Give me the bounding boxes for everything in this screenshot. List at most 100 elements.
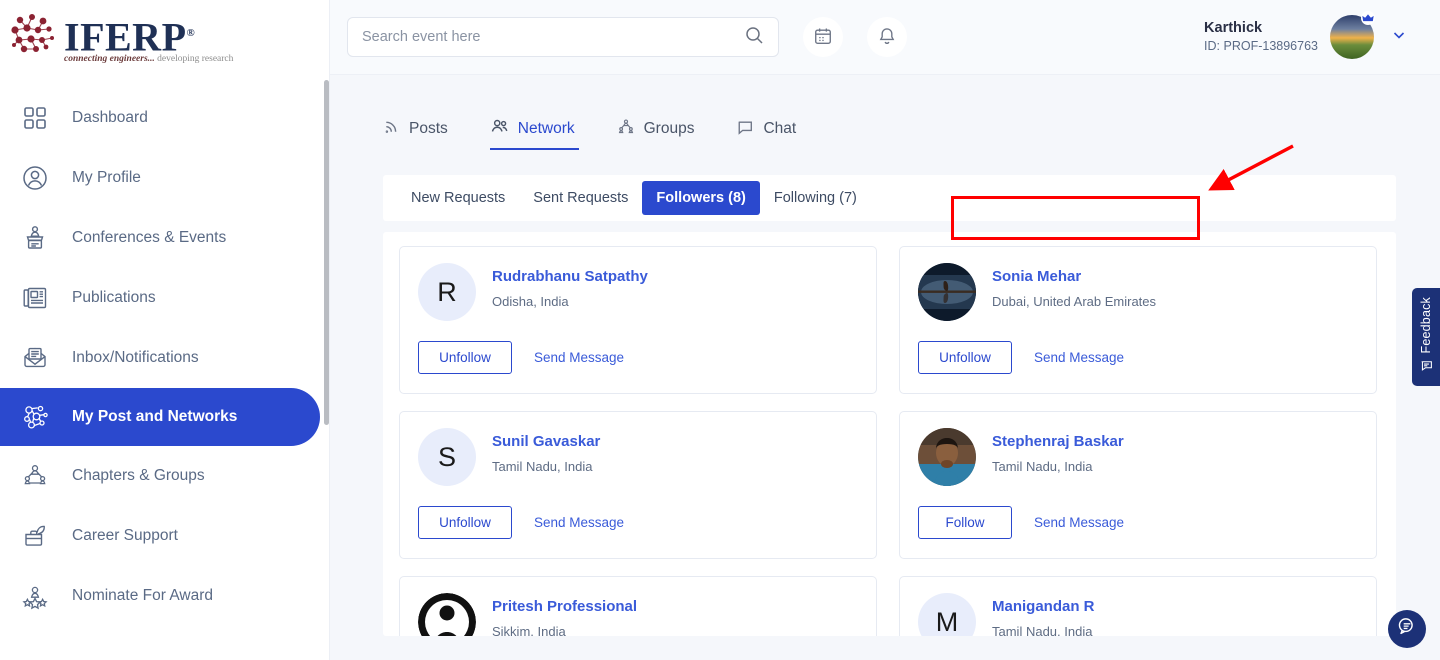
user-name: Karthick [1204,19,1318,37]
envelope-icon [18,341,52,375]
subtab-followers[interactable]: Followers (8) [642,181,759,215]
person-location: Odisha, India [492,294,648,309]
avatar: S [418,428,476,486]
iferp-molecule-icon [8,12,60,60]
calendar-button[interactable] [803,17,843,57]
tab-label: Network [518,120,575,138]
sidebar-item-conferences-events[interactable]: Conferences & Events [0,208,330,268]
person-card[interactable]: Stephenraj Baskar Tamil Nadu, India Foll… [899,411,1377,559]
grid-icon [18,101,52,135]
sidebar-nav: Dashboard My Profile [0,88,330,626]
send-message-link[interactable]: Send Message [534,515,624,530]
sidebar-label: Conferences & Events [72,229,226,247]
person-name[interactable]: Manigandan R [992,597,1095,617]
subtab-following[interactable]: Following (7) [760,181,871,215]
subtab-sent-requests[interactable]: Sent Requests [519,181,642,215]
avatar: R [418,263,476,321]
sidebar-item-chapters-groups[interactable]: Chapters & Groups [0,446,330,506]
user-id: ID: PROF-13896763 [1204,39,1318,55]
person-card[interactable]: Sonia Mehar Dubai, United Arab Emirates … [899,246,1377,394]
rss-icon [383,118,400,140]
network-nodes-icon [18,400,52,434]
podium-icon [18,221,52,255]
send-message-link[interactable]: Send Message [1034,515,1124,530]
people-icon [490,117,509,141]
avatar: M [918,593,976,636]
avatar[interactable] [1330,15,1374,59]
sidebar: IFERP® connecting engineers... developin… [0,0,330,660]
person-name[interactable]: Pritesh Professional [492,597,637,617]
topbar: Karthick ID: PROF-13896763 [330,0,1440,75]
search-box[interactable] [347,17,779,57]
comment-icon [1420,359,1433,377]
sidebar-label: Chapters & Groups [72,467,205,485]
profile-photo [918,428,976,486]
chat-bubble-icon [1397,616,1418,642]
avatar [918,428,976,486]
sidebar-label: My Post and Networks [72,408,237,426]
sidebar-label: Publications [72,289,156,307]
person-location: Sikkim, India [492,624,637,636]
calendar-icon [813,26,833,49]
sidebar-item-career-support[interactable]: Career Support [0,506,330,566]
tab-label: Groups [644,120,695,138]
follow-toggle-button[interactable]: Unfollow [918,341,1012,374]
sidebar-item-inbox-notifications[interactable]: Inbox/Notifications [0,328,330,388]
sidebar-label: Nominate For Award [72,587,213,605]
follow-toggle-button[interactable]: Unfollow [418,341,512,374]
bell-icon [877,26,897,49]
chat-support-button[interactable] [1388,610,1426,648]
avatar [918,263,976,321]
search-icon[interactable] [744,25,764,50]
feedback-tab[interactable]: Feedback [1412,288,1440,386]
tab-posts[interactable]: Posts [383,118,448,149]
follow-toggle-button[interactable]: Follow [918,506,1012,539]
sidebar-item-dashboard[interactable]: Dashboard [0,88,330,148]
sidebar-label: Dashboard [72,109,148,127]
tab-label: Chat [763,120,796,138]
person-name[interactable]: Stephenraj Baskar [992,432,1124,452]
newspaper-icon [18,281,52,315]
person-name[interactable]: Sonia Mehar [992,267,1156,287]
content: Posts Network [330,75,1440,636]
notifications-button[interactable] [867,17,907,57]
chevron-down-icon[interactable] [1390,26,1408,49]
chat-bubble-icon [736,118,754,141]
award-star-icon [18,579,52,613]
sidebar-label: My Profile [72,169,141,187]
followers-grid: R Rudrabhanu Satpathy Odisha, India Unfo… [399,246,1380,636]
sidebar-item-my-post-and-networks[interactable]: My Post and Networks [0,388,320,446]
person-card[interactable]: Pritesh Professional Sikkim, India Unfol… [399,576,877,636]
brand-logo[interactable]: IFERP® connecting engineers... developin… [0,0,330,74]
person-name[interactable]: Rudrabhanu Satpathy [492,267,648,287]
subtab-new-requests[interactable]: New Requests [397,181,519,215]
sidebar-item-nominate-for-award[interactable]: Nominate For Award [0,566,330,626]
people-network-icon [18,459,52,493]
tab-network[interactable]: Network [490,117,575,150]
sidebar-item-my-profile[interactable]: My Profile [0,148,330,208]
person-card[interactable]: S Sunil Gavaskar Tamil Nadu, India Unfol… [399,411,877,559]
user-circle-icon [18,161,52,195]
sidebar-item-publications[interactable]: Publications [0,268,330,328]
feedback-label: Feedback [1419,297,1433,354]
followers-list-panel: R Rudrabhanu Satpathy Odisha, India Unfo… [383,232,1396,636]
person-location: Tamil Nadu, India [992,459,1124,474]
person-name[interactable]: Sunil Gavaskar [492,432,600,452]
search-input[interactable] [362,29,744,45]
person-location: Tamil Nadu, India [492,459,600,474]
main-area: Karthick ID: PROF-13896763 [330,0,1440,660]
profile-photo [418,593,476,636]
send-message-link[interactable]: Send Message [1034,350,1124,365]
send-message-link[interactable]: Send Message [534,350,624,365]
sidebar-label: Career Support [72,527,178,545]
sidebar-label: Inbox/Notifications [72,349,199,367]
tab-groups[interactable]: Groups [617,118,695,150]
followers-subtab-bar: New Requests Sent Requests Followers (8)… [383,175,1396,221]
person-card[interactable]: M Manigandan R Tamil Nadu, India Unfollo… [899,576,1377,636]
follow-toggle-button[interactable]: Unfollow [418,506,512,539]
user-menu[interactable]: Karthick ID: PROF-13896763 [1204,15,1408,59]
avatar [418,593,476,636]
tab-chat[interactable]: Chat [736,118,796,150]
user-info: Karthick ID: PROF-13896763 [1204,19,1318,55]
person-card[interactable]: R Rudrabhanu Satpathy Odisha, India Unfo… [399,246,877,394]
